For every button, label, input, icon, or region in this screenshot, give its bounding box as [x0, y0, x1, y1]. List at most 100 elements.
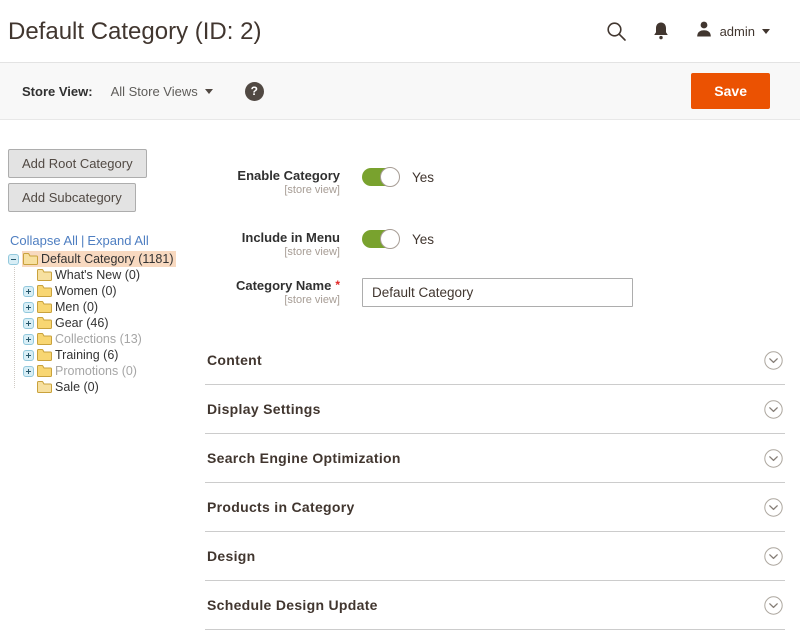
- expand-node-icon[interactable]: [23, 302, 34, 313]
- enable-category-label: Enable Category: [205, 168, 340, 184]
- help-icon[interactable]: [245, 82, 264, 101]
- category-name-input[interactable]: [362, 278, 633, 307]
- tree-item-default-category[interactable]: Default Category (1181): [8, 251, 197, 267]
- save-button[interactable]: Save: [691, 73, 770, 109]
- toggle-value-label: Yes: [412, 170, 434, 185]
- caret-down-icon: [205, 89, 213, 94]
- search-icon[interactable]: [605, 20, 627, 42]
- accordion-sections: Content Display Settings Search Engine O…: [205, 336, 785, 630]
- user-icon: [695, 20, 713, 43]
- tree-item-label: Default Category (1181): [41, 251, 173, 267]
- notifications-bell-icon[interactable]: [651, 21, 671, 42]
- category-sidebar: Add Root Category Add Subcategory Collap…: [0, 120, 197, 395]
- admin-username-label: admin: [720, 24, 755, 39]
- expand-node-icon[interactable]: [23, 318, 34, 329]
- tree-children: What's New (0) Women (0) Men (0): [23, 267, 197, 395]
- expand-node-icon[interactable]: [23, 334, 34, 345]
- store-view-value: All Store Views: [111, 84, 198, 99]
- section-content[interactable]: Content: [205, 336, 785, 385]
- selected-tree-node: Default Category (1181): [22, 251, 176, 267]
- category-name-label: Category Name*: [205, 278, 340, 294]
- tree-item-label: What's New (0): [55, 267, 140, 283]
- folder-icon: [23, 253, 38, 265]
- folder-icon: [37, 381, 52, 393]
- include-in-menu-label: Include in Menu: [205, 230, 340, 246]
- chevron-down-icon: [764, 596, 783, 615]
- enable-category-row: Enable Category [store view] Yes: [205, 168, 785, 197]
- tree-controls: Collapse All|Expand All: [10, 233, 197, 248]
- collapse-node-icon[interactable]: [8, 254, 19, 265]
- section-schedule-design-update[interactable]: Schedule Design Update: [205, 581, 785, 630]
- expand-node-icon[interactable]: [23, 350, 34, 361]
- category-name-row: Category Name* [store view]: [205, 278, 785, 307]
- folder-icon: [37, 285, 52, 297]
- tree-item-label: Gear (46): [55, 315, 109, 331]
- section-search-engine-optimization[interactable]: Search Engine Optimization: [205, 434, 785, 483]
- tree-item-label: Collections (13): [55, 331, 142, 347]
- field-control: Yes: [362, 168, 434, 186]
- chevron-down-icon: [764, 351, 783, 370]
- toggle-value-label: Yes: [412, 232, 434, 247]
- page-title: Default Category (ID: 2): [8, 18, 261, 46]
- store-view-scope: [store view]: [205, 184, 340, 197]
- folder-icon: [37, 269, 52, 281]
- tree-item[interactable]: Gear (46): [23, 315, 197, 331]
- section-display-settings[interactable]: Display Settings: [205, 385, 785, 434]
- chevron-down-icon: [764, 400, 783, 419]
- add-root-category-button[interactable]: Add Root Category: [8, 149, 147, 178]
- chevron-down-icon: [764, 449, 783, 468]
- folder-icon: [37, 333, 52, 345]
- tree-item[interactable]: Men (0): [23, 299, 197, 315]
- tree-item[interactable]: What's New (0): [23, 267, 197, 283]
- toggle-knob: [380, 229, 400, 249]
- category-edit-page: Default Category (ID: 2): [0, 0, 800, 639]
- section-design[interactable]: Design: [205, 532, 785, 581]
- tree-item-label: Men (0): [55, 299, 98, 315]
- expand-all-link[interactable]: Expand All: [87, 233, 148, 248]
- field-label-block: Enable Category [store view]: [205, 168, 340, 197]
- caret-down-icon: [762, 29, 770, 34]
- link-separator: |: [81, 233, 84, 248]
- folder-icon: [37, 349, 52, 361]
- folder-icon: [37, 301, 52, 313]
- header-actions: admin: [605, 20, 770, 43]
- store-view-scope: [store view]: [205, 246, 340, 259]
- add-subcategory-button[interactable]: Add Subcategory: [8, 183, 136, 212]
- store-view-label: Store View:: [22, 84, 93, 99]
- field-control: [362, 278, 633, 307]
- tree-item[interactable]: Training (6): [23, 347, 197, 363]
- chevron-down-icon: [764, 498, 783, 517]
- tree-item-label: Women (0): [55, 283, 117, 299]
- field-control: Yes: [362, 230, 434, 248]
- category-form: Enable Category [store view] Yes Include…: [197, 120, 800, 630]
- tree-item[interactable]: Women (0): [23, 283, 197, 299]
- chevron-down-icon: [764, 547, 783, 566]
- include-in-menu-row: Include in Menu [store view] Yes: [205, 230, 785, 259]
- category-tree: Default Category (1181) What's New (0) W…: [8, 251, 197, 395]
- toggle-knob: [380, 167, 400, 187]
- store-view-scope: [store view]: [205, 294, 340, 307]
- tree-item-label: Sale (0): [55, 379, 99, 395]
- tree-item[interactable]: Collections (13): [23, 331, 197, 347]
- folder-icon: [37, 317, 52, 329]
- content-area: Add Root Category Add Subcategory Collap…: [0, 120, 800, 630]
- required-asterisk: *: [335, 278, 340, 292]
- admin-user-menu[interactable]: admin: [695, 20, 770, 43]
- expand-node-icon[interactable]: [23, 366, 34, 377]
- folder-icon: [37, 365, 52, 377]
- page-header: Default Category (ID: 2): [0, 0, 800, 62]
- enable-category-toggle[interactable]: [362, 168, 399, 186]
- store-view-selector[interactable]: All Store Views: [111, 84, 213, 99]
- tree-item[interactable]: Promotions (0): [23, 363, 197, 379]
- field-label-block: Category Name* [store view]: [205, 278, 340, 307]
- store-view-toolbar: Store View: All Store Views Save: [0, 62, 800, 120]
- include-in-menu-toggle[interactable]: [362, 230, 399, 248]
- section-products-in-category[interactable]: Products in Category: [205, 483, 785, 532]
- expand-node-icon[interactable]: [23, 286, 34, 297]
- tree-item[interactable]: Sale (0): [23, 379, 197, 395]
- collapse-all-link[interactable]: Collapse All: [10, 233, 78, 248]
- tree-item-label: Promotions (0): [55, 363, 137, 379]
- tree-item-label: Training (6): [55, 347, 118, 363]
- store-view-switcher: Store View: All Store Views: [22, 82, 264, 101]
- field-label-block: Include in Menu [store view]: [205, 230, 340, 259]
